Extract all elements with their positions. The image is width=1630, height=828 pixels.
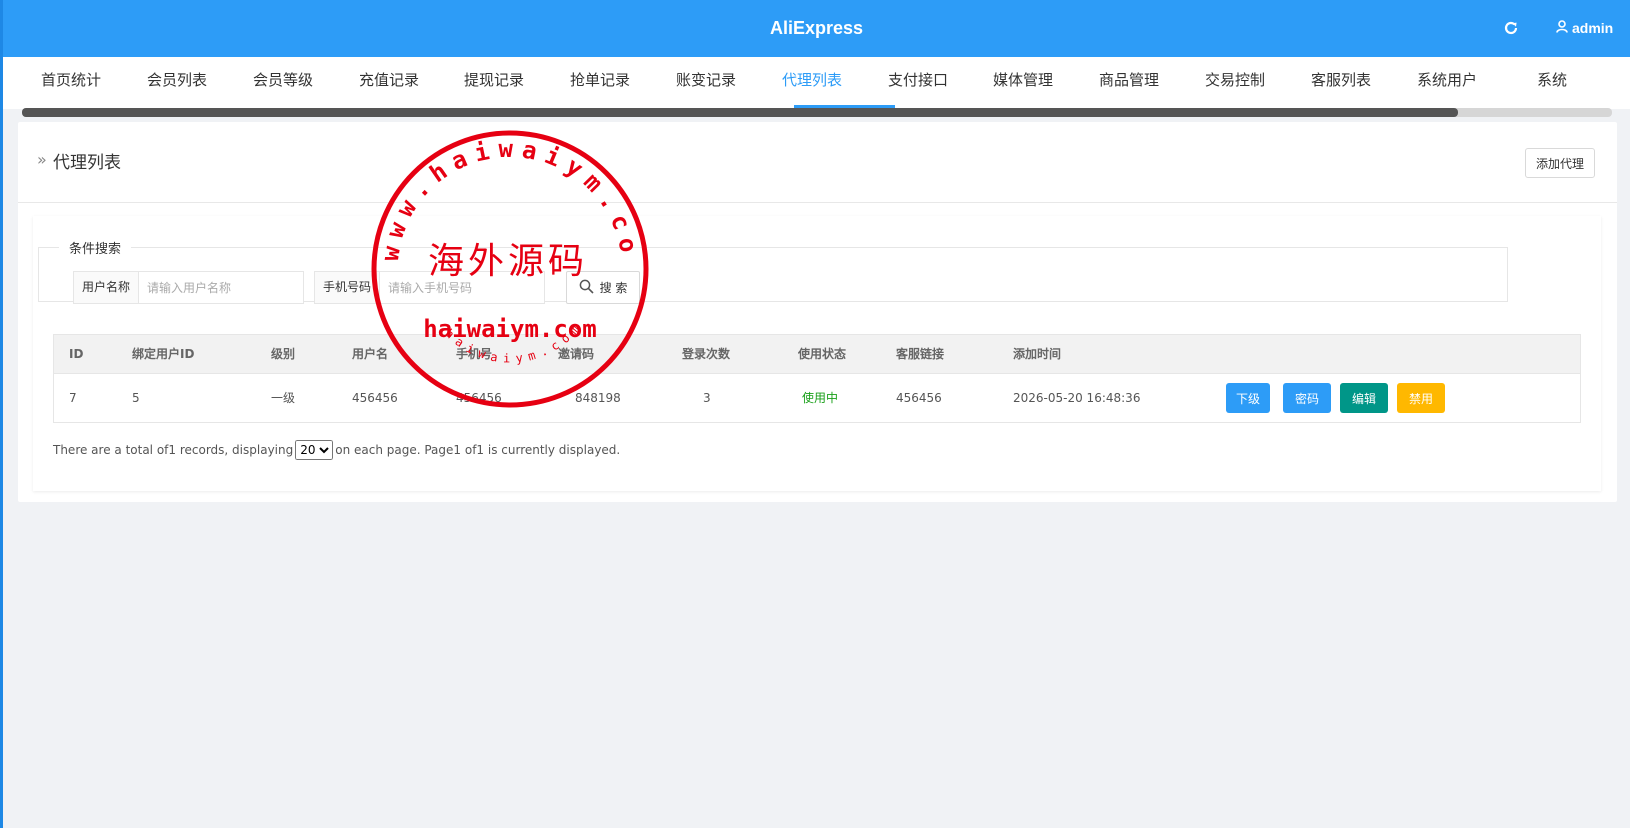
nav-item-service-list[interactable]: 客服列表: [1311, 57, 1371, 109]
nav-item-media[interactable]: 媒体管理: [993, 57, 1053, 109]
cell-login-count: 3: [703, 391, 711, 405]
username-field-group: 用户名称: [73, 271, 305, 304]
table-header: ID 绑定用户ID 级别 用户名 手机号 邀请码 登录次数 使用状态 客服链接 …: [53, 334, 1581, 374]
col-bind-user-id: 绑定用户ID: [132, 347, 195, 361]
page-title: 代理列表: [53, 153, 121, 173]
table-row: 7 5 一级 456456 456456 848198 3 使用中 456456…: [53, 374, 1581, 423]
search-legend: 条件搜索: [69, 242, 122, 257]
nav-scrollbar-thumb[interactable]: [22, 108, 1458, 117]
add-agent-button[interactable]: 添加代理: [1525, 148, 1595, 178]
cell-bind-user-id: 5: [132, 391, 140, 405]
cell-username: 456456: [352, 391, 398, 405]
refresh-icon[interactable]: [1500, 17, 1522, 39]
subordinates-button[interactable]: 下级: [1226, 383, 1270, 413]
nav-item-agent-list[interactable]: 代理列表: [782, 57, 842, 109]
window-edge: [0, 0, 3, 828]
top-header: AliExpress admin: [3, 0, 1630, 57]
nav-item-recharge[interactable]: 充值记录: [359, 57, 419, 109]
col-invite-code: 邀请码: [558, 347, 595, 361]
cell-status: 使用中: [802, 391, 839, 405]
col-id: ID: [69, 347, 84, 361]
nav-item-home-stats[interactable]: 首页统计: [41, 57, 101, 109]
nav-item-member-list[interactable]: 会员列表: [147, 57, 207, 109]
cell-phone: 456456: [456, 391, 502, 405]
col-status: 使用状态: [798, 347, 847, 361]
app-title: AliExpress: [769, 18, 864, 38]
cell-invite-code: 848198: [575, 391, 621, 405]
cell-id: 7: [69, 391, 77, 405]
nav-item-trade-control[interactable]: 交易控制: [1205, 57, 1265, 109]
phone-label: 手机号码: [315, 272, 381, 303]
search-button[interactable]: 搜 索: [566, 271, 640, 304]
nav-item-orders[interactable]: 抢单记录: [570, 57, 630, 109]
phone-field-group: 手机号码: [314, 271, 546, 304]
nav-item-system[interactable]: 系统: [1537, 57, 1567, 109]
search-button-label: 搜 索: [599, 281, 628, 295]
col-login-count: 登录次数: [682, 347, 731, 361]
user-icon: [1556, 20, 1568, 36]
pager-prefix: There are a total of1 records, displayin…: [53, 443, 294, 457]
col-level: 级别: [271, 347, 296, 361]
breadcrumb-arrow-icon: »: [37, 150, 47, 169]
nav-item-withdraw[interactable]: 提现记录: [464, 57, 524, 109]
username-input[interactable]: [139, 272, 304, 303]
nav-item-payment[interactable]: 支付接口: [888, 57, 948, 109]
disable-button[interactable]: 禁用: [1397, 383, 1445, 413]
col-service-link: 客服链接: [896, 347, 945, 361]
col-phone: 手机号: [456, 347, 493, 361]
nav-tabs: 首页统计 会员列表 会员等级 充值记录 提现记录 抢单记录 账变记录 代理列表 …: [3, 57, 1630, 109]
search-icon: [579, 279, 594, 297]
nav-item-member-level[interactable]: 会员等级: [253, 57, 313, 109]
edit-button[interactable]: 编辑: [1340, 383, 1388, 413]
nav-item-system-users[interactable]: 系统用户: [1417, 57, 1477, 109]
pagination: There are a total of1 records, displayin…: [53, 440, 620, 460]
cell-level: 一级: [271, 391, 296, 405]
col-created: 添加时间: [1013, 347, 1062, 361]
phone-input[interactable]: [380, 272, 545, 303]
password-button[interactable]: 密码: [1283, 383, 1331, 413]
cell-created: 2026-05-20 16:48:36: [1013, 391, 1141, 405]
col-username: 用户名: [352, 347, 389, 361]
card-header: » 代理列表 添加代理: [18, 122, 1617, 203]
page-size-select[interactable]: 20: [295, 440, 334, 460]
user-name: admin: [1572, 20, 1614, 36]
user-menu[interactable]: admin: [1556, 17, 1613, 39]
pager-suffix: on each page. Page1 of1 is currently dis…: [335, 443, 621, 457]
cell-service-link: 456456: [896, 391, 942, 405]
username-label: 用户名称: [74, 272, 140, 303]
nav-item-products[interactable]: 商品管理: [1099, 57, 1159, 109]
agent-table: ID 绑定用户ID 级别 用户名 手机号 邀请码 登录次数 使用状态 客服链接 …: [53, 334, 1581, 423]
nav-item-balance-log[interactable]: 账变记录: [676, 57, 736, 109]
